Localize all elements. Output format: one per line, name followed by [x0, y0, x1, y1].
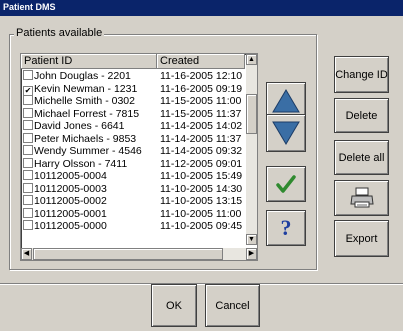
- change-id-button[interactable]: Change ID: [334, 56, 389, 93]
- table-row[interactable]: David Jones - 6641 11-14-2005 14:02: [21, 120, 245, 133]
- help-button[interactable]: ?: [266, 210, 306, 246]
- created-cell: 11-15-2005 11:37: [160, 107, 242, 120]
- list-rows: John Douglas - 2201 11-16-2005 12:10 ✔ Kevi…: [21, 70, 245, 233]
- up-triangle-icon: [272, 89, 300, 113]
- row-checkbox[interactable]: [23, 95, 33, 105]
- row-checkbox[interactable]: [23, 195, 33, 205]
- group-label: Patients available: [14, 27, 105, 39]
- table-row[interactable]: 10112005-0002 11-10-2005 13:15: [21, 195, 245, 208]
- patient-id-cell: John Douglas - 2201: [23, 70, 157, 83]
- scroll-down-arrow-icon[interactable]: ▼: [246, 234, 257, 245]
- question-mark-icon: ?: [280, 215, 292, 240]
- horizontal-scrollbar[interactable]: ◀ ▶: [21, 248, 257, 260]
- patient-id-cell: Wendy Summer - 4546: [23, 145, 157, 158]
- move-down-button[interactable]: [266, 114, 306, 152]
- checkmark-icon: [276, 175, 296, 193]
- created-cell: 11-14-2005 11:37: [160, 132, 242, 145]
- table-row[interactable]: John Douglas - 2201 11-16-2005 12:10: [21, 70, 245, 83]
- patient-name: Michael Forrest - 7815: [34, 107, 140, 120]
- patient-id-cell: 10112005-0004: [23, 170, 157, 183]
- table-row[interactable]: Michael Forrest - 7815 11-15-2005 11:37: [21, 107, 245, 121]
- row-checkbox[interactable]: [23, 107, 33, 118]
- table-row[interactable]: Michelle Smith - 0302 11-15-2005 11:00: [21, 95, 245, 108]
- table-row[interactable]: Harry Olsson - 7411 11-12-2005 09:01: [21, 157, 245, 171]
- row-checkbox[interactable]: [23, 120, 33, 130]
- patient-id-cell: Peter Michaels - 9853: [23, 132, 157, 146]
- table-row[interactable]: Peter Michaels - 9853 11-14-2005 11:37: [21, 132, 245, 146]
- table-row[interactable]: Wendy Summer - 4546 11-14-2005 09:32: [21, 145, 245, 158]
- patient-name: Peter Michaels - 9853: [34, 132, 137, 145]
- row-checkbox[interactable]: [23, 70, 33, 80]
- created-cell: 11-14-2005 09:32: [160, 145, 243, 157]
- patient-id-cell: 10112005-0000: [23, 220, 157, 233]
- created-cell: 11-10-2005 11:00: [160, 207, 242, 220]
- created-cell: 11-10-2005 15:49: [160, 170, 243, 182]
- column-header-created[interactable]: Created: [157, 54, 245, 69]
- export-button[interactable]: Export: [334, 220, 389, 257]
- patient-name: 10112005-0003: [34, 182, 107, 195]
- confirm-button[interactable]: [266, 166, 306, 202]
- patient-name: Kevin Newman - 1231: [34, 82, 138, 95]
- row-checkbox[interactable]: [23, 145, 33, 155]
- patient-name: David Jones - 6641: [34, 120, 125, 132]
- created-cell: 11-10-2005 14:30: [160, 182, 243, 195]
- patient-name: 10112005-0004: [34, 170, 107, 182]
- patient-id-cell: ✔ Kevin Newman - 1231: [23, 82, 157, 95]
- patient-name: 10112005-0002: [34, 195, 107, 207]
- column-header-patient-id[interactable]: Patient ID: [21, 54, 157, 69]
- row-checkbox[interactable]: ✔: [23, 85, 33, 95]
- patient-id-cell: Michelle Smith - 0302: [23, 95, 157, 108]
- window-title: Patient DMS: [3, 2, 56, 12]
- scroll-right-arrow-icon[interactable]: ▶: [246, 248, 257, 260]
- printer-icon: [349, 187, 374, 208]
- table-row[interactable]: 10112005-0004 11-10-2005 15:49: [21, 170, 245, 183]
- table-row[interactable]: 10112005-0001 11-10-2005 11:00: [21, 207, 245, 221]
- row-checkbox[interactable]: [23, 170, 33, 180]
- delete-button[interactable]: Delete: [334, 98, 389, 133]
- patient-id-cell: Michael Forrest - 7815: [23, 107, 157, 121]
- patient-name: John Douglas - 2201: [34, 70, 131, 82]
- table-row[interactable]: ✔ Kevin Newman - 1231 11-16-2005 09:19: [21, 82, 245, 95]
- patient-name: Wendy Summer - 4546: [34, 145, 142, 157]
- table-row[interactable]: 10112005-0000 11-10-2005 09:45: [21, 220, 245, 233]
- patient-id-cell: David Jones - 6641: [23, 120, 157, 133]
- patient-name: Harry Olsson - 7411: [34, 157, 128, 170]
- row-checkbox[interactable]: [23, 207, 33, 218]
- table-row[interactable]: 10112005-0003 11-10-2005 14:30: [21, 182, 245, 196]
- created-cell: 11-15-2005 11:00: [160, 95, 242, 107]
- patient-id-cell: Harry Olsson - 7411: [23, 157, 157, 171]
- created-cell: 11-12-2005 09:01: [160, 157, 243, 170]
- patient-list[interactable]: Patient ID Created John Douglas - 2201 11…: [20, 53, 258, 261]
- footer-separator: [0, 283, 403, 285]
- ok-button[interactable]: OK: [151, 284, 197, 327]
- patient-id-cell: 10112005-0002: [23, 195, 157, 208]
- patient-id-cell: 10112005-0003: [23, 182, 157, 196]
- row-checkbox[interactable]: [23, 220, 33, 230]
- patient-name: 10112005-0000: [34, 220, 107, 232]
- created-cell: 11-16-2005 12:10: [160, 70, 243, 82]
- created-cell: 11-14-2005 14:02: [160, 120, 243, 132]
- row-checkbox[interactable]: [23, 182, 33, 193]
- title-bar: Patient DMS: [0, 0, 403, 16]
- row-checkbox[interactable]: [23, 132, 33, 143]
- patient-name: 10112005-0001: [34, 207, 107, 220]
- cancel-button[interactable]: Cancel: [205, 284, 260, 327]
- created-cell: 11-16-2005 09:19: [160, 82, 243, 95]
- scroll-thumb[interactable]: [246, 94, 257, 134]
- scroll-left-arrow-icon[interactable]: ◀: [21, 248, 32, 260]
- patient-name: Michelle Smith - 0302: [34, 95, 135, 107]
- created-cell: 11-10-2005 13:15: [160, 195, 243, 207]
- delete-all-button[interactable]: Delete all: [334, 140, 389, 175]
- created-cell: 11-10-2005 09:45: [160, 220, 243, 232]
- print-button[interactable]: [334, 180, 389, 216]
- horizontal-scroll-thumb[interactable]: [33, 248, 223, 260]
- down-triangle-icon: [272, 121, 300, 145]
- row-checkbox[interactable]: [23, 157, 33, 168]
- patient-id-cell: 10112005-0001: [23, 207, 157, 221]
- vertical-scrollbar[interactable]: ▲ ▼: [246, 54, 257, 245]
- scroll-up-arrow-icon[interactable]: ▲: [246, 54, 257, 65]
